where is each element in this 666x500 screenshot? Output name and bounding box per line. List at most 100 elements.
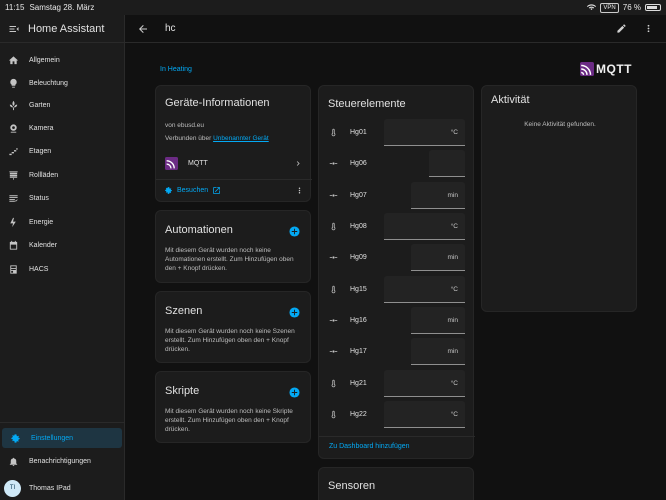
number-input[interactable]: °C	[384, 119, 465, 146]
unit-label: °C	[450, 222, 458, 230]
control-row-hg17: Hg17 min	[319, 336, 475, 367]
open-external-icon	[213, 187, 221, 194]
back-arrow-icon[interactable]	[137, 23, 149, 35]
slider-icon	[329, 350, 338, 353]
sidebar-item-label: Kamera	[29, 124, 54, 132]
integration-row[interactable]: MQTT	[156, 152, 312, 174]
mqtt-logo-icon	[580, 62, 594, 76]
thermometer-icon	[331, 128, 336, 137]
sensors-card: Sensoren	[318, 467, 474, 500]
add-to-dashboard-button[interactable]: Zu Dashboard hinzufügen	[319, 436, 475, 459]
control-row-hg21: Hg21 °C	[319, 368, 475, 399]
pencil-icon[interactable]	[616, 23, 627, 34]
number-input[interactable]: min	[411, 307, 465, 334]
sidebar-item-hacs[interactable]: HACS	[0, 259, 124, 279]
manufacturer-text: von ebusd.eu	[165, 122, 205, 129]
sidebar-item-kalender[interactable]: Kalender	[0, 235, 124, 255]
slider-icon	[329, 256, 338, 259]
slider-icon	[329, 319, 338, 322]
control-row-hg16: Hg16 min	[319, 305, 475, 336]
control-name: Hg15	[350, 286, 367, 293]
mqtt-logo-text: MQTT	[596, 62, 632, 76]
control-name: Hg21	[350, 380, 367, 387]
top-app-bar: hc	[125, 15, 666, 43]
os-status-bar: 11:15 Samstag 28. März VPN 76 %	[0, 0, 666, 15]
control-name: Hg16	[350, 317, 367, 324]
number-input[interactable]: °C	[384, 213, 465, 240]
sidebar-item-status[interactable]: Status	[0, 188, 124, 208]
camera-icon	[10, 123, 17, 133]
hacs-icon	[10, 264, 17, 274]
unit-label: min	[447, 347, 458, 355]
number-input[interactable]	[429, 150, 465, 177]
user-name: Thomas IPad	[29, 484, 71, 492]
sidebar-item-allgemein[interactable]: Allgemein	[0, 50, 124, 70]
list-icon	[9, 194, 18, 202]
sidebar-divider	[0, 422, 124, 423]
sidebar-item-benachrichtigungen[interactable]: Benachrichtigungen	[0, 451, 124, 471]
thermometer-icon	[331, 379, 336, 388]
calendar-icon	[9, 240, 18, 250]
slider-icon	[329, 194, 338, 197]
sidebar-item-etagen[interactable]: Etagen	[0, 141, 124, 161]
sidebar-item-einstellungen[interactable]: Einstellungen	[2, 428, 122, 448]
control-name: Hg01	[350, 129, 367, 136]
number-input[interactable]: min	[411, 182, 465, 209]
stairs-icon	[9, 147, 18, 156]
scripts-card: Skripte Mit diesem Gerät wurden noch kei…	[155, 371, 311, 443]
automations-card: Automationen Mit diesem Gerät wurden noc…	[155, 210, 311, 283]
slider-icon	[329, 162, 338, 165]
number-input[interactable]: °C	[384, 401, 465, 428]
battery-percent: 76 %	[622, 3, 641, 12]
thermometer-icon	[331, 285, 336, 294]
integration-label: MQTT	[188, 159, 208, 167]
sidebar-item-label: Energie	[29, 218, 54, 226]
activity-card: Aktivität Keine Aktivität gefunden.	[481, 85, 637, 312]
add-circle-icon[interactable]	[289, 307, 300, 318]
control-row-hg09: Hg09 min	[319, 242, 475, 273]
more-vertical-icon[interactable]	[643, 23, 654, 34]
vpn-badge: VPN	[600, 2, 619, 13]
control-name: Hg22	[350, 411, 367, 418]
control-name: Hg08	[350, 223, 367, 230]
sidebar-user[interactable]: TI Thomas IPad	[0, 477, 124, 499]
sidebar-item-kamera[interactable]: Kamera	[0, 118, 124, 138]
more-vertical-icon[interactable]	[295, 186, 304, 195]
scenes-card: Szenen Mit diesem Gerät wurden noch kein…	[155, 291, 311, 363]
sidebar-item-rolllaeden[interactable]: Rollläden	[0, 165, 124, 185]
bell-icon	[9, 457, 18, 466]
scripts-title: Skripte	[165, 385, 200, 397]
thermometer-icon	[331, 222, 336, 231]
add-circle-icon[interactable]	[289, 387, 300, 398]
add-circle-icon[interactable]	[289, 226, 300, 237]
clock: 11:15	[5, 3, 25, 12]
sidebar: Home Assistant Allgemein Beleuchtung Gar…	[0, 15, 125, 500]
sidebar-item-label: Benachrichtigungen	[29, 457, 91, 465]
activity-empty-text: Keine Aktivität gefunden.	[524, 121, 596, 128]
sidebar-item-label: Status	[29, 194, 49, 202]
sidebar-item-garten[interactable]: Garten	[0, 95, 124, 115]
unit-label: min	[447, 253, 458, 261]
connected-prefix: Verbunden über	[165, 135, 212, 142]
number-input[interactable]: min	[411, 244, 465, 271]
control-name: Hg09	[350, 254, 367, 261]
controls-title: Steuerelemente	[328, 98, 406, 110]
connected-link[interactable]: Unbenannter Gerät	[213, 135, 269, 142]
sidebar-item-label: Garten	[29, 101, 51, 109]
sidebar-item-energie[interactable]: Energie	[0, 212, 124, 232]
lightning-icon	[10, 217, 16, 227]
sidebar-item-label: Allgemein	[29, 56, 60, 64]
control-name: Hg06	[350, 160, 367, 167]
number-input[interactable]: °C	[384, 370, 465, 397]
visit-button[interactable]: Besuchen	[164, 186, 221, 195]
menu-collapse-icon[interactable]	[8, 23, 20, 35]
number-input[interactable]: °C	[384, 276, 465, 303]
mqtt-logo: MQTT	[580, 62, 632, 76]
gear-icon	[165, 187, 172, 194]
gear-icon	[11, 433, 20, 443]
area-link[interactable]: In Heating	[160, 66, 192, 73]
unit-label: min	[447, 316, 458, 324]
sidebar-item-beleuchtung[interactable]: Beleuchtung	[0, 73, 124, 93]
number-input[interactable]: min	[411, 338, 465, 365]
unit-label: °C	[450, 285, 458, 293]
